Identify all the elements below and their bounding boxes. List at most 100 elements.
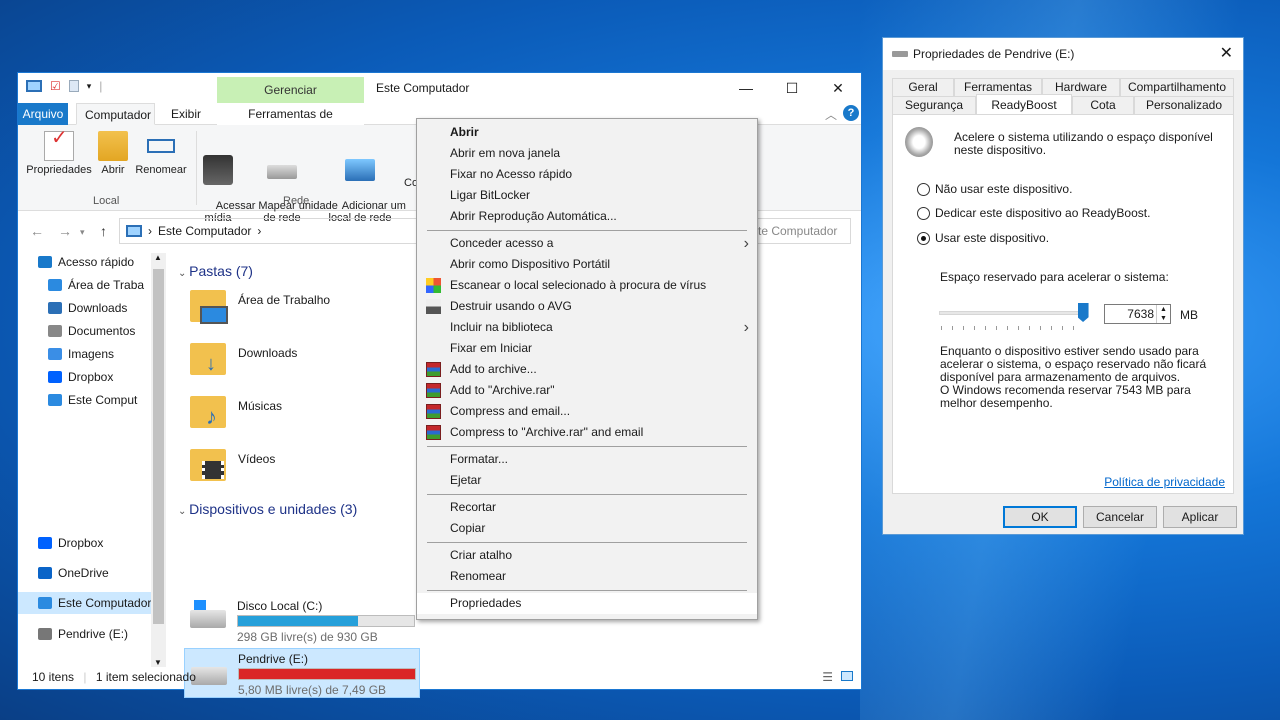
computer-icon[interactable] <box>26 80 42 92</box>
sidebar-item[interactable]: Área de Traba📌 <box>18 274 166 296</box>
chevron-down-icon[interactable]: ▾ <box>87 81 92 92</box>
sidebar-item[interactable]: Pendrive (E:) <box>18 623 166 645</box>
radio-dedicar[interactable]: Dedicar este dispositivo ao ReadyBoost. <box>917 206 1150 220</box>
renomear-button[interactable]: Renomear <box>133 131 189 176</box>
desktop-folder-icon[interactable] <box>190 290 230 330</box>
back-icon[interactable]: ← <box>30 223 44 239</box>
menu-item[interactable]: Compress and email... <box>417 401 757 422</box>
sidebar-item[interactable]: Documentos📌 <box>18 320 166 342</box>
menu-item[interactable]: Recortar <box>417 497 757 518</box>
radio-circle[interactable] <box>917 206 930 220</box>
space-value[interactable]: 7638 <box>1127 307 1154 321</box>
sidebar-item[interactable]: Imagens📌 <box>18 343 166 365</box>
menu-item[interactable]: Add to "Archive.rar" <box>417 380 757 401</box>
minimize-icon[interactable]: — <box>723 73 769 103</box>
folders-section-header[interactable]: ⌄ Pastas (7) <box>178 263 253 279</box>
menu-item[interactable]: Fixar em Iniciar <box>417 338 757 359</box>
tab-compartilhamento[interactable]: Compartilhamento <box>1120 78 1234 96</box>
menu-item[interactable]: Renomear <box>417 566 757 587</box>
help-icon[interactable]: ? <box>843 105 859 121</box>
menu-item[interactable]: Conceder acesso a › <box>417 233 757 254</box>
large-icons-view-icon[interactable] <box>841 671 853 681</box>
menu-item[interactable]: Criar atalho <box>417 545 757 566</box>
menu-item[interactable]: Add to archive... <box>417 359 757 380</box>
tab-computador[interactable]: Computador <box>76 103 155 125</box>
space-slider-track[interactable] <box>939 311 1084 315</box>
tab-exibir[interactable]: Exibir <box>163 103 209 125</box>
nav-scrollbar[interactable]: ▲ ▼ <box>151 253 166 667</box>
search-input[interactable]: te Computador <box>751 218 851 244</box>
menu-item[interactable]: Abrir como Dispositivo Portátil <box>417 254 757 275</box>
tab-seguranca[interactable]: Segurança <box>892 96 976 114</box>
sidebar-item[interactable]: OneDrive <box>18 562 166 584</box>
tab-readyboost[interactable]: ReadyBoost <box>976 94 1072 114</box>
devices-section-header[interactable]: ⌄ Dispositivos e unidades (3) <box>178 501 357 517</box>
folder-label[interactable]: Músicas <box>238 399 282 413</box>
sidebar-item[interactable]: Downloads📌 <box>18 297 166 319</box>
spin-arrows[interactable]: ▲ ▼ <box>1156 305 1170 323</box>
abrir-button[interactable]: Abrir <box>96 131 130 176</box>
menu-item[interactable]: Abrir em nova janela <box>417 143 757 164</box>
radio-usar[interactable]: Usar este dispositivo. <box>917 231 1049 245</box>
sidebar-item[interactable]: Acesso rápido <box>18 251 166 273</box>
menu-item[interactable]: Ejetar <box>417 470 757 491</box>
scroll-thumb[interactable] <box>153 269 164 624</box>
videos-folder-icon[interactable] <box>190 449 230 489</box>
menu-item[interactable]: Propriedades <box>417 593 757 614</box>
cancel-button[interactable]: Cancelar <box>1083 506 1157 528</box>
ok-button[interactable]: OK <box>1003 506 1077 528</box>
details-view-icon[interactable]: ☰ <box>822 665 833 689</box>
apply-button[interactable]: Aplicar <box>1163 506 1237 528</box>
tab-personalizado[interactable]: Personalizado <box>1134 96 1234 114</box>
music-folder-icon[interactable]: ♪ <box>190 396 230 436</box>
menu-item[interactable]: Abrir Reprodução Automática... <box>417 206 757 227</box>
menu-item[interactable]: Destruir usando o AVG <box>417 296 757 317</box>
ribbon-collapse-icon[interactable]: ︿ <box>825 106 837 123</box>
maximize-icon[interactable]: ☐ <box>769 73 815 103</box>
spin-up-icon[interactable]: ▲ <box>1160 306 1167 313</box>
tab-geral[interactable]: Geral <box>892 78 954 96</box>
close-icon[interactable]: ✕ <box>1220 43 1233 63</box>
toolbar-separator: | <box>99 79 103 93</box>
menu-item[interactable]: Incluir na biblioteca › <box>417 317 757 338</box>
radio-circle[interactable] <box>917 231 930 245</box>
sidebar-item[interactable]: Este Comput📌 <box>18 389 166 411</box>
menu-item[interactable]: Abrir <box>417 122 757 143</box>
breadcrumb[interactable]: Este Computador <box>158 224 251 238</box>
scroll-up-icon[interactable]: ▲ <box>154 253 162 262</box>
folder-label[interactable]: Downloads <box>238 346 297 360</box>
address-box[interactable]: › Este Computador › <box>119 218 419 244</box>
downloads-folder-icon[interactable]: ↓ <box>190 343 230 383</box>
space-spinbox[interactable]: 7638 ▲ ▼ <box>1104 304 1171 324</box>
forward-icon[interactable]: → <box>58 223 72 239</box>
tab-arquivo[interactable]: Arquivo <box>18 103 68 125</box>
menu-item[interactable]: Formatar... <box>417 449 757 470</box>
folder-label[interactable]: Vídeos <box>238 452 275 466</box>
recent-chevron-icon[interactable]: ▾ <box>80 227 85 238</box>
radio-nao-usar[interactable]: Não usar este dispositivo. <box>917 182 1072 196</box>
menu-item[interactable]: Escanear o local selecionado à procura d… <box>417 275 757 296</box>
radio-circle[interactable] <box>917 182 930 196</box>
drive-c[interactable]: Disco Local (C:) 298 GB livre(s) de 930 … <box>184 596 420 644</box>
sidebar-item[interactable]: Dropbox📌 <box>18 366 166 388</box>
breadcrumb-separator: › <box>148 224 152 238</box>
spin-down-icon[interactable]: ▼ <box>1160 315 1167 322</box>
menu-item[interactable]: Compress to "Archive.rar" and email <box>417 422 757 443</box>
properties-icon[interactable]: ☑ <box>50 79 61 93</box>
folder-label[interactable]: Área de Trabalho <box>238 293 330 307</box>
sidebar-item[interactable]: Dropbox <box>18 532 166 554</box>
tab-ferramentas-de-unidade[interactable]: Ferramentas de Unidade <box>217 103 364 143</box>
new-folder-icon[interactable] <box>68 80 79 92</box>
privacy-link[interactable]: Política de privacidade <box>1104 475 1225 489</box>
propriedades-button[interactable]: ✓ Propriedades <box>24 128 94 176</box>
up-icon[interactable]: ↑ <box>100 223 107 239</box>
drive-name: Pendrive (E:) <box>238 652 309 666</box>
menu-item[interactable]: Fixar no Acesso rápido <box>417 164 757 185</box>
sidebar-item[interactable]: Este Computador <box>18 592 166 614</box>
menu-item[interactable]: Copiar <box>417 518 757 539</box>
menu-item[interactable]: Ligar BitLocker <box>417 185 757 206</box>
close-icon[interactable]: ✕ <box>815 73 861 103</box>
breadcrumb-chevron-icon[interactable]: › <box>257 224 261 238</box>
tab-cota[interactable]: Cota <box>1072 96 1134 114</box>
space-slider-thumb[interactable] <box>1077 303 1089 322</box>
